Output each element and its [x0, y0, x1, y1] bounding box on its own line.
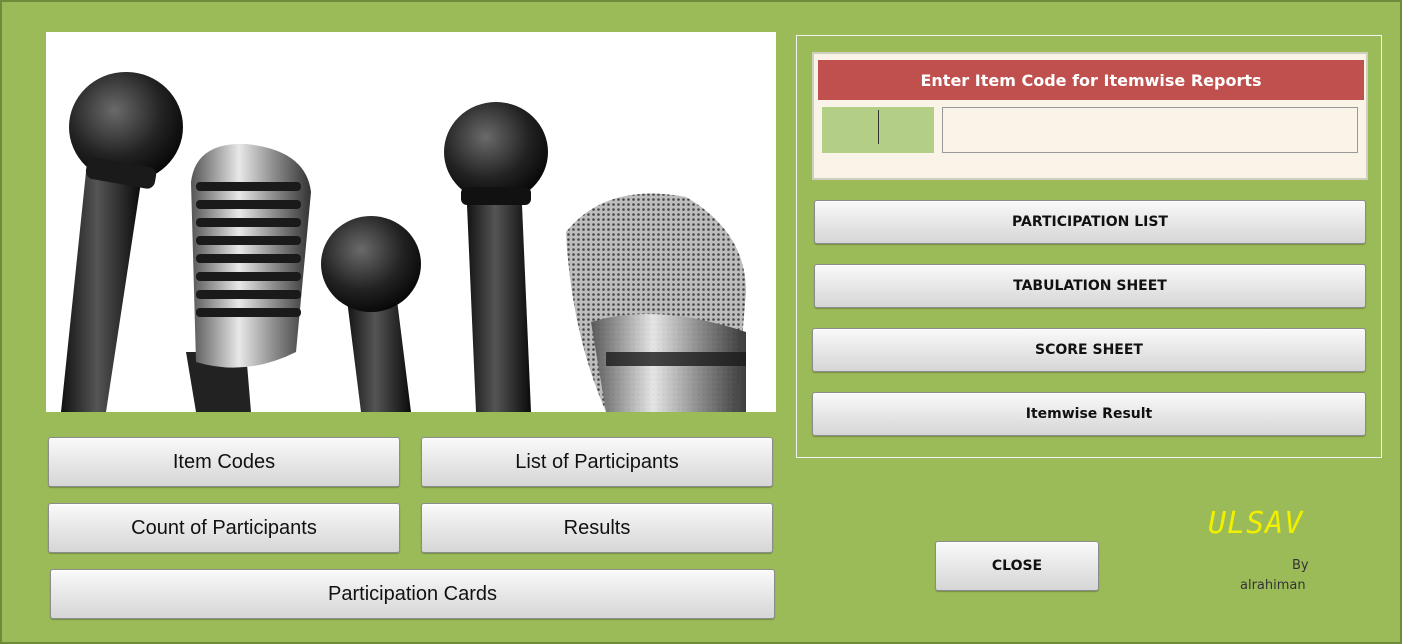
- microphones-image: [46, 32, 776, 412]
- participation-list-button[interactable]: PARTICIPATION LIST: [814, 200, 1366, 244]
- close-button[interactable]: CLOSE: [935, 541, 1099, 591]
- itemwise-result-button[interactable]: Itemwise Result: [812, 392, 1366, 436]
- main-form: Item Codes List of Participants Count of…: [0, 0, 1402, 644]
- tabulation-sheet-button[interactable]: TABULATION SHEET: [814, 264, 1366, 308]
- count-of-participants-label: Count of Participants: [131, 516, 317, 539]
- item-codes-button[interactable]: Item Codes: [48, 437, 400, 487]
- tabulation-sheet-label: TABULATION SHEET: [1013, 278, 1167, 294]
- itemwise-result-label: Itemwise Result: [1025, 406, 1153, 422]
- brand-by: By: [1292, 558, 1309, 573]
- list-of-participants-button[interactable]: List of Participants: [421, 437, 773, 487]
- participation-cards-label: Participation Cards: [328, 582, 497, 605]
- microphone-2: [186, 143, 311, 412]
- close-label: CLOSE: [991, 558, 1043, 574]
- participation-cards-button[interactable]: Participation Cards: [50, 569, 775, 619]
- results-label: Results: [563, 516, 631, 539]
- list-of-participants-label: List of Participants: [515, 450, 679, 473]
- item-code-header: Enter Item Code for Itemwise Reports: [818, 60, 1364, 100]
- participation-list-label: PARTICIPATION LIST: [1012, 214, 1168, 230]
- microphone-4: [444, 102, 548, 412]
- text-caret: [878, 110, 879, 144]
- results-button[interactable]: Results: [421, 503, 773, 553]
- microphone-1: [61, 72, 183, 412]
- microphone-3: [321, 216, 421, 412]
- brand-logo: ULSAV: [1208, 506, 1304, 541]
- item-code-input[interactable]: [942, 107, 1358, 153]
- brand-author: alrahiman: [1240, 578, 1306, 593]
- score-sheet-label: SCORE SHEET: [1035, 342, 1143, 358]
- microphone-5: [566, 193, 746, 412]
- count-of-participants-button[interactable]: Count of Participants: [48, 503, 400, 553]
- score-sheet-button[interactable]: SCORE SHEET: [812, 328, 1366, 372]
- item-codes-label: Item Codes: [172, 450, 276, 473]
